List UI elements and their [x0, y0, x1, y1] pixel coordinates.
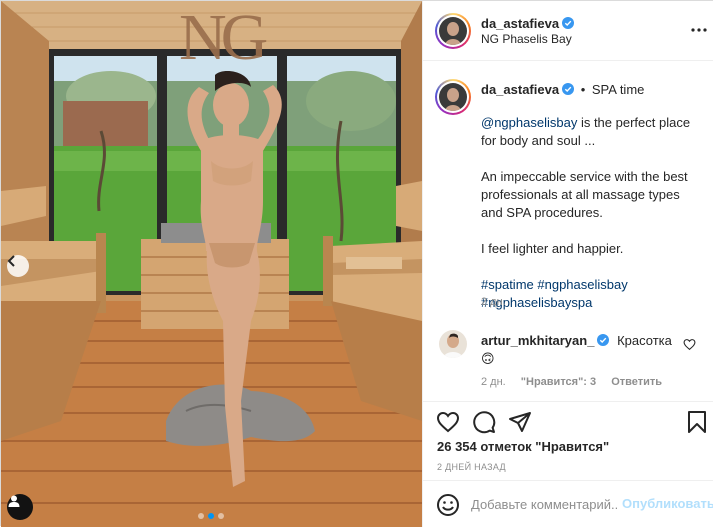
- comment-reply-button[interactable]: Ответить: [611, 376, 662, 388]
- comment-meta: 2 дн. "Нравится": 3 Ответить: [481, 376, 674, 388]
- bookmark-icon[interactable]: [685, 410, 709, 434]
- comment-likes-count[interactable]: "Нравится": 3: [521, 376, 596, 388]
- heart-icon[interactable]: [436, 410, 460, 434]
- smiley-icon[interactable]: [436, 493, 460, 517]
- comments-list: da_astafieva • SPA time @ngphaselisbay i…: [423, 62, 713, 401]
- caption-timestamp[interactable]: 2 дн.: [481, 296, 506, 308]
- user-tag-icon: [8, 495, 20, 507]
- verified-badge-icon: [562, 17, 575, 29]
- comment-icon[interactable]: [472, 410, 496, 434]
- comment-input[interactable]: [471, 493, 617, 515]
- comment-body: artur_mkhitaryan_ Красотка 🙃: [481, 332, 681, 368]
- post-dialog: NG da_astafieva NG Phaselis Bay da_astaf…: [0, 0, 713, 527]
- comment-text: Красотка: [617, 333, 672, 348]
- caption-paragraph: I feel lighter and happier.: [481, 241, 624, 256]
- caption-headline: SPA time: [591, 82, 645, 97]
- caption-text: @ngphaselisbay is the perfect place for …: [481, 114, 703, 312]
- carousel-dot: [218, 513, 224, 519]
- caption-author-avatar[interactable]: [435, 79, 471, 115]
- post-side-panel: da_astafieva NG Phaselis Bay da_astafiev…: [422, 1, 713, 527]
- carousel-dot-active: [208, 513, 214, 519]
- commenter-username[interactable]: artur_mkhitaryan_: [481, 333, 594, 348]
- comment-emoji: 🙃: [481, 351, 495, 366]
- likes-count[interactable]: 26 354 отметок "Нравится": [437, 439, 609, 454]
- photo-watermark-logo: NG: [179, 1, 268, 74]
- user-tags-button[interactable]: [7, 494, 33, 520]
- hashtag-link[interactable]: #spatime: [481, 277, 534, 292]
- post-author-username[interactable]: da_astafieva: [481, 16, 559, 31]
- avatar: [439, 83, 467, 111]
- sauna-photo-illustration: [1, 1, 422, 527]
- paper-plane-icon[interactable]: [508, 410, 532, 434]
- author-avatar-story-ring[interactable]: [435, 13, 471, 49]
- carousel-indicators: [198, 513, 224, 519]
- commenter-avatar[interactable]: [439, 330, 467, 358]
- verified-badge-icon: [597, 334, 610, 346]
- publish-comment-button[interactable]: Опубликовать: [622, 496, 713, 511]
- chevron-left-icon: [7, 255, 15, 267]
- post-actions: [423, 401, 713, 439]
- caption-header: da_astafieva • SPA time: [481, 82, 644, 97]
- hashtag-link[interactable]: #ngphaselisbay: [537, 277, 627, 292]
- caption-paragraph: An impeccable service with the best prof…: [481, 169, 688, 220]
- heart-icon[interactable]: [683, 338, 696, 351]
- post-location-link[interactable]: NG Phaselis Bay: [481, 32, 572, 46]
- post-photo[interactable]: NG: [1, 1, 422, 527]
- more-options-icon[interactable]: [690, 22, 708, 38]
- post-header: da_astafieva NG Phaselis Bay: [423, 1, 713, 61]
- carousel-prev-button[interactable]: [7, 255, 29, 277]
- avatar: [439, 17, 467, 45]
- comment-timestamp[interactable]: 2 дн.: [481, 376, 506, 388]
- mention-link[interactable]: @ngphaselisbay: [481, 115, 577, 130]
- carousel-dot: [198, 513, 204, 519]
- post-date[interactable]: 2 ДНЕЙ НАЗАД: [437, 462, 506, 472]
- add-comment-bar: Опубликовать: [423, 480, 713, 527]
- caption-separator: •: [580, 82, 586, 97]
- caption-author-username[interactable]: da_astafieva: [481, 82, 559, 97]
- verified-badge-icon: [562, 83, 575, 95]
